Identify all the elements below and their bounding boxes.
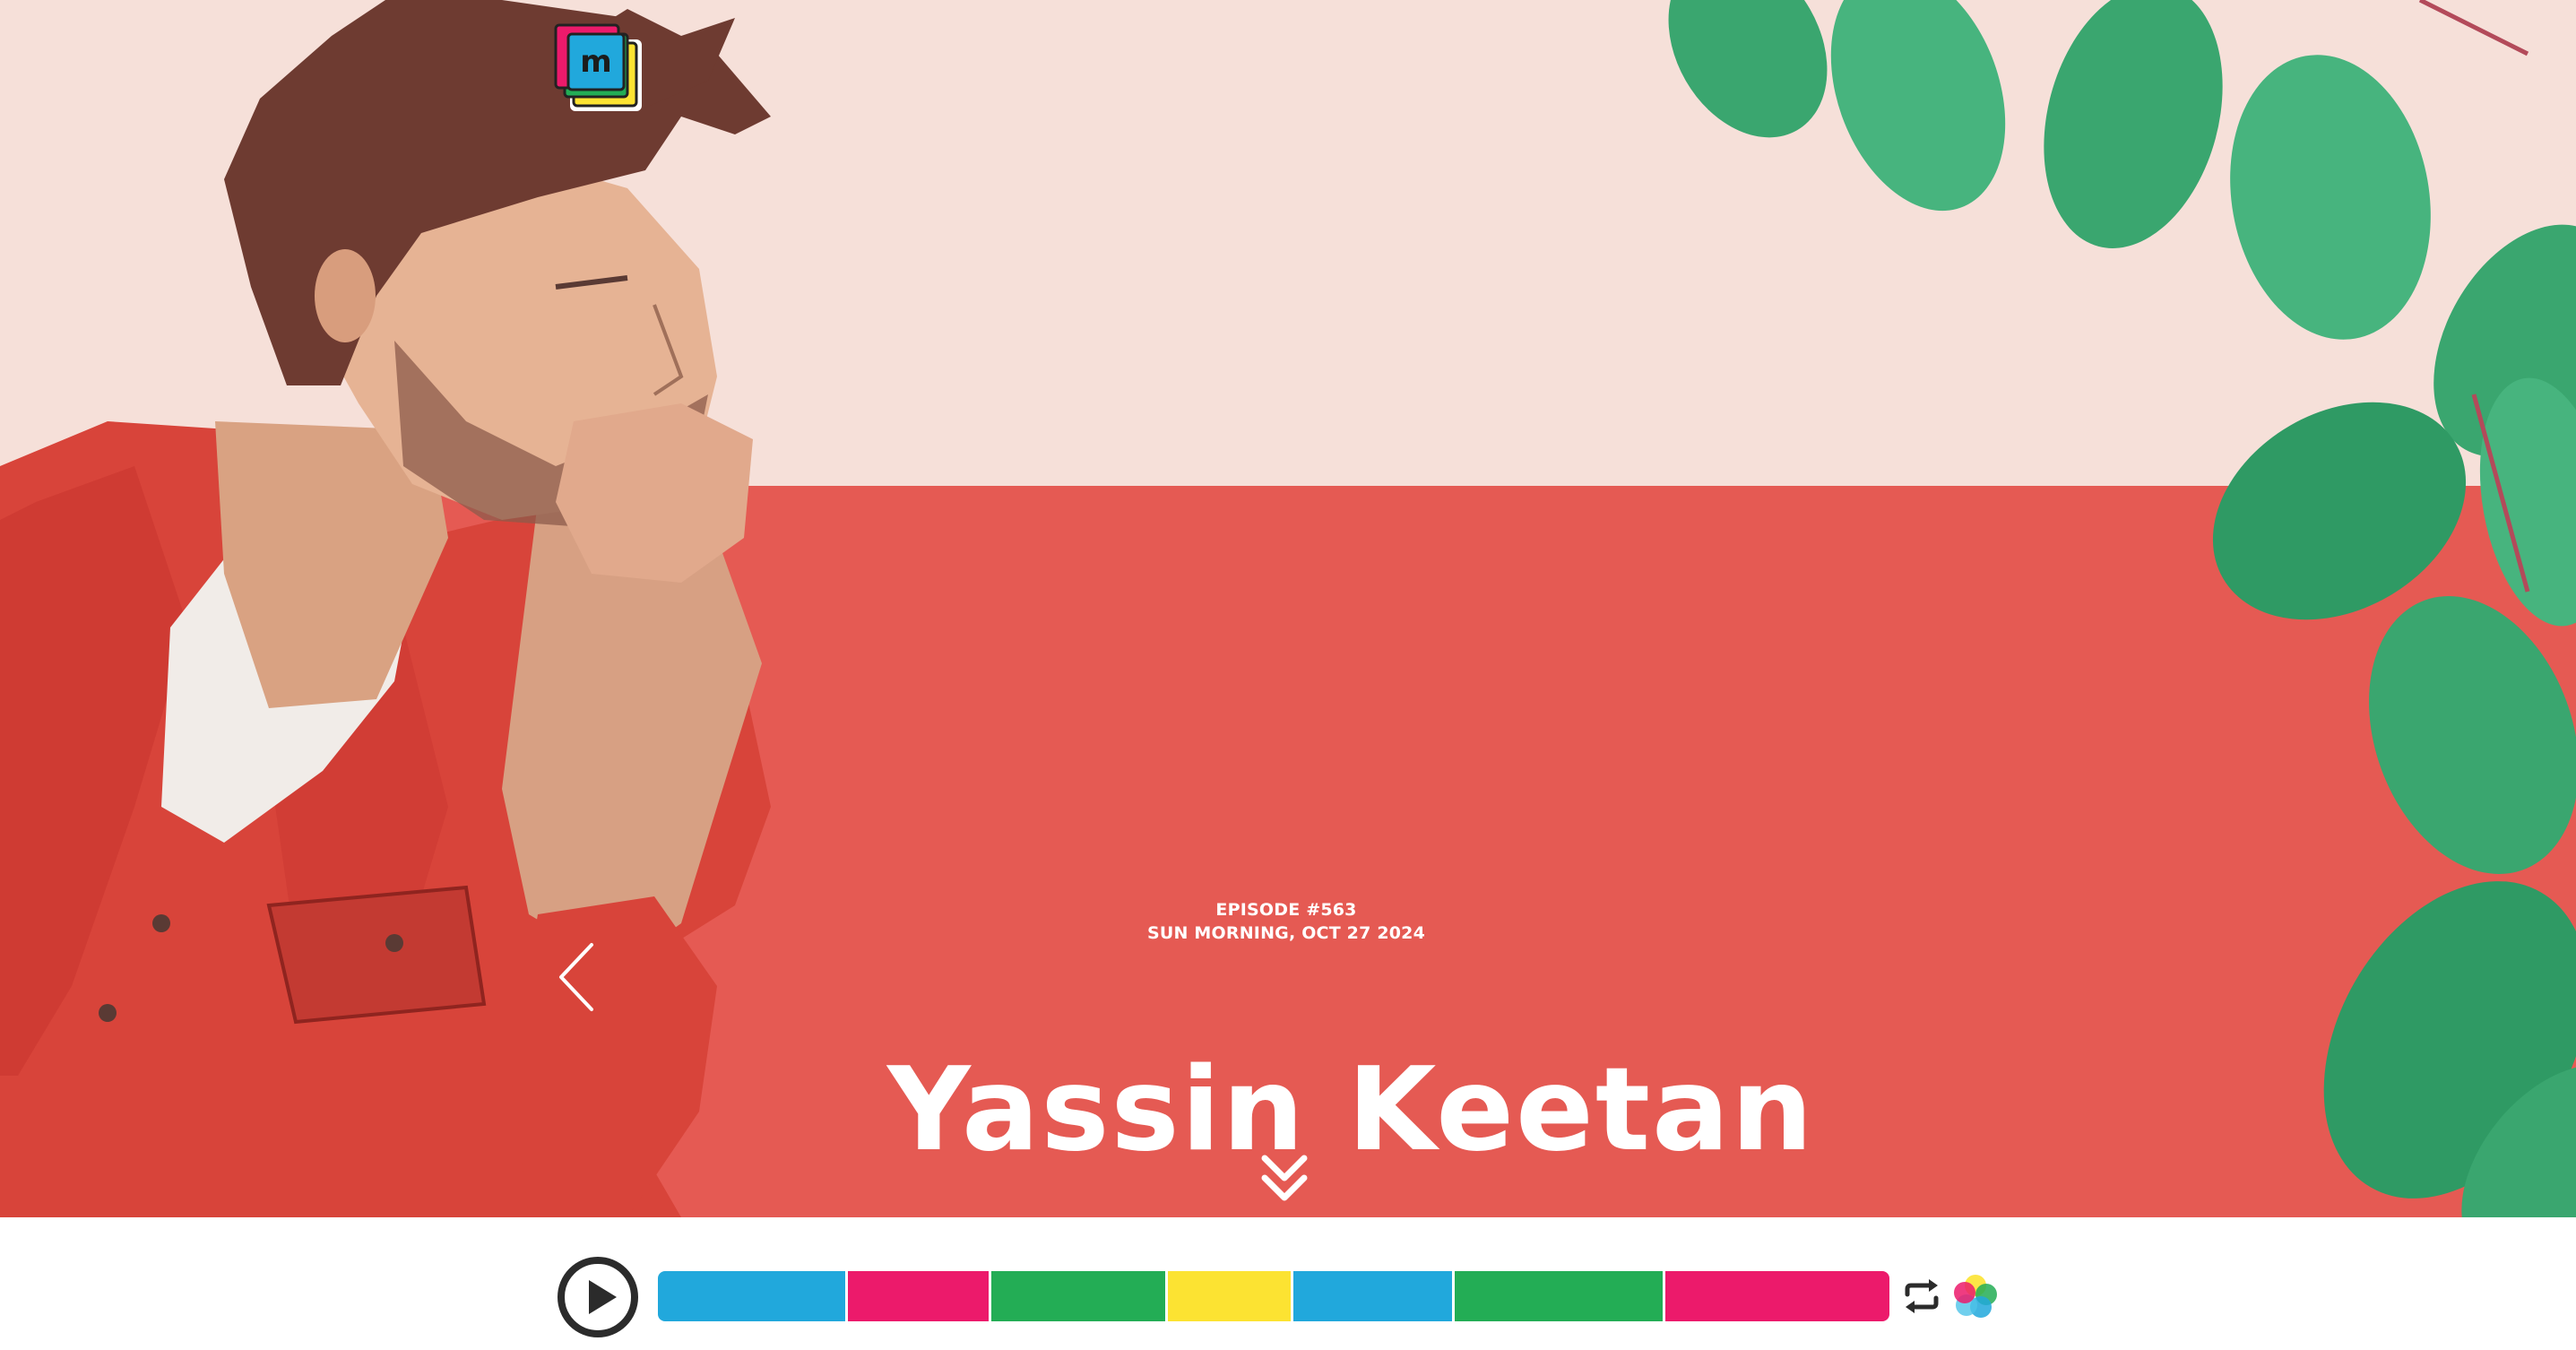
timeline-segment[interactable] <box>847 1271 992 1321</box>
plant-leaves-illustration <box>1668 0 2576 1217</box>
timeline-segment[interactable] <box>658 1271 848 1321</box>
episode-number: EPISODE #563 <box>1215 900 1357 920</box>
m-logo-icon[interactable]: m <box>547 16 654 127</box>
hero-banner: m EPISODE #563 SUN MORNING, OCT 27 2024 … <box>0 0 2576 1217</box>
timeline-segment[interactable] <box>1167 1271 1293 1321</box>
timeline-segment[interactable] <box>1664 1271 1889 1321</box>
episode-meta: EPISODE #563 SUN MORNING, OCT 27 2024 <box>1031 898 1542 945</box>
timeline-segment[interactable] <box>1454 1271 1665 1321</box>
broadcast-date: SUN MORNING, OCT 27 2024 <box>1146 923 1426 943</box>
repeat-icon[interactable] <box>1902 1278 1941 1314</box>
mixcloud-petal-icon[interactable] <box>1952 1273 1999 1320</box>
artist-portrait-illustration <box>0 0 771 1217</box>
page: m EPISODE #563 SUN MORNING, OCT 27 2024 … <box>0 0 2576 1350</box>
play-icon[interactable] <box>556 1255 640 1339</box>
chevron-left-icon[interactable] <box>550 939 604 1015</box>
hero-illustration <box>0 0 2576 1217</box>
double-chevron-down-icon[interactable] <box>1259 1151 1310 1205</box>
timeline-segment[interactable] <box>1292 1271 1455 1321</box>
mix-timeline[interactable] <box>658 1271 1889 1321</box>
timeline-segment[interactable] <box>991 1271 1168 1321</box>
logo-letter: m <box>580 44 611 80</box>
